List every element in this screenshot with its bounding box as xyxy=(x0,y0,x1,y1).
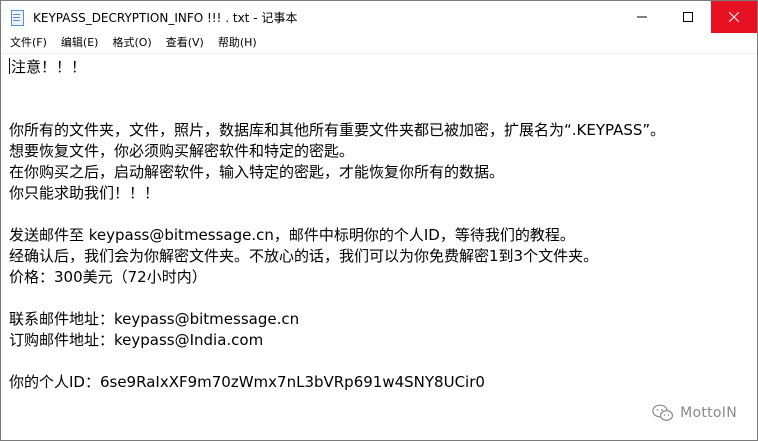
text-line: 订购邮件地址：keypass@India.com xyxy=(9,331,264,349)
text-line: 联系邮件地址：keypass@bitmessage.cn xyxy=(9,310,300,328)
text-line: 在你购买之后，启动解密软件，输入特定的密匙，才能恢复你所有的数据。 xyxy=(9,163,505,181)
close-icon xyxy=(729,12,739,22)
menu-format[interactable]: 格式(O) xyxy=(105,33,158,53)
menu-help[interactable]: 帮助(H) xyxy=(211,33,264,53)
text-cursor xyxy=(9,58,10,74)
window-title: KEYPASS_DECRYPTION_INFO !!! . txt - 记事本 xyxy=(33,10,298,25)
text-line: 注意！！！ xyxy=(11,58,87,76)
maximize-icon xyxy=(683,12,693,22)
text-line: 你的个人ID：6se9RaIxXF9m70zWmx7nL3bVRp691w4SN… xyxy=(9,373,485,391)
text-line: 你只能求助我们！！！ xyxy=(9,184,160,202)
window-controls xyxy=(619,1,757,33)
text-editor-area[interactable]: 注意！！！ 你所有的文件夹，文件，照片，数据库和其他所有重要文件夹都已被加密，扩… xyxy=(1,55,757,440)
watermark: MottoIN xyxy=(652,404,737,422)
text-line: 经确认后，我们会为你解密文件夹。不放心的话，我们可以为你免费解密1到3个文件夹。 xyxy=(9,247,599,265)
text-line: 价格：300美元（72小时内） xyxy=(9,268,207,286)
menu-bar: 文件(F) 编辑(E) 格式(O) 查看(V) 帮助(H) xyxy=(1,33,757,54)
wechat-icon xyxy=(652,404,674,421)
menu-file[interactable]: 文件(F) xyxy=(3,33,54,53)
menu-view[interactable]: 查看(V) xyxy=(159,33,211,53)
text-line: 想要恢复文件，你必须购买解密软件和特定的密匙。 xyxy=(9,142,355,160)
minimize-icon xyxy=(637,16,647,18)
notepad-window: KEYPASS_DECRYPTION_INFO !!! . txt - 记事本 … xyxy=(0,0,758,441)
text-line: 发送邮件至 keypass@bitmessage.cn，邮件中标明你的个人ID，… xyxy=(9,226,575,244)
title-bar[interactable]: KEYPASS_DECRYPTION_INFO !!! . txt - 记事本 xyxy=(1,1,757,33)
minimize-button[interactable] xyxy=(619,1,665,33)
menu-edit[interactable]: 编辑(E) xyxy=(54,33,106,53)
close-button[interactable] xyxy=(711,1,757,33)
watermark-text: MottoIN xyxy=(680,405,737,421)
maximize-button[interactable] xyxy=(665,1,711,33)
notepad-icon xyxy=(9,9,25,26)
text-line: 你所有的文件夹，文件，照片，数据库和其他所有重要文件夹都已被加密，扩展名为“.K… xyxy=(9,121,666,139)
